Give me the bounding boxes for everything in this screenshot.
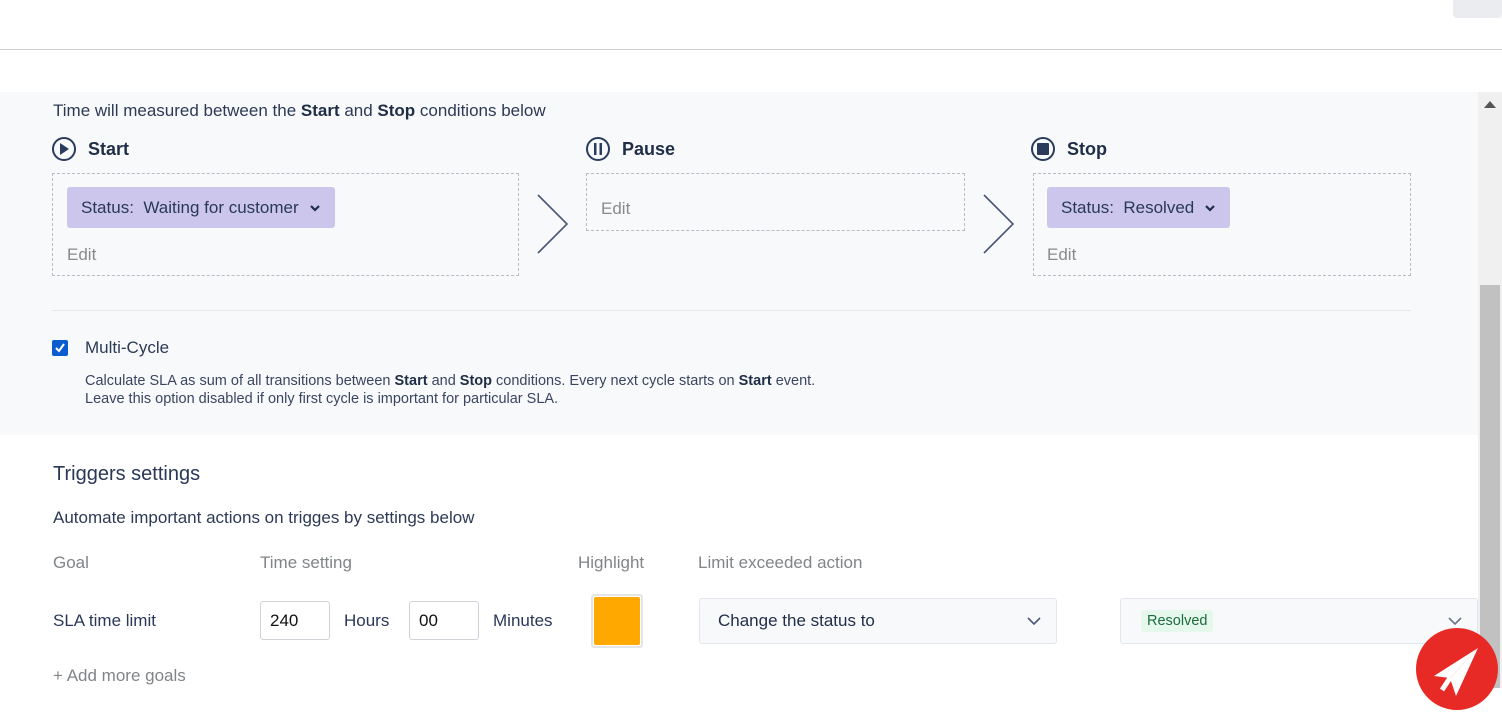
paper-plane-icon [1434,648,1478,696]
stop-status-chip[interactable]: Status: Resolved [1047,187,1231,228]
triggers-subtitle: Automate important actions on trigges by… [53,508,475,527]
checkmark-icon [55,343,65,353]
chevron-down-icon [309,204,320,212]
column-limit-action: Limit exceeded action [698,553,863,572]
start-status-chip[interactable]: Status: Waiting for customer [67,187,335,228]
hours-label: Hours [344,611,390,630]
vertical-scrollbar[interactable] [1478,92,1502,688]
column-goal: Goal [53,553,89,572]
stop-heading: Stop [1031,137,1107,161]
feedback-launcher-button[interactable] [1416,628,1498,710]
arrow-right-icon [983,194,1015,254]
multi-cycle-label[interactable]: Multi-Cycle [85,338,169,358]
minutes-input[interactable] [409,601,479,640]
minutes-label: Minutes [493,611,553,630]
conditions-section: Time will measured between the Start and… [0,92,1478,435]
start-edit-link[interactable]: Edit [67,245,96,265]
top-corner-button[interactable] [1453,0,1502,18]
hours-input[interactable] [260,601,330,640]
limit-action-select[interactable]: Change the status to [699,598,1057,644]
add-more-goals-link[interactable]: + Add more goals [53,666,186,686]
stop-edit-link[interactable]: Edit [1047,245,1076,265]
chevron-down-icon [1448,617,1462,626]
stop-circle-icon [1031,137,1055,161]
pause-heading: Pause [586,137,675,161]
scroll-up-arrow-icon[interactable] [1484,101,1496,108]
chevron-down-icon [1205,204,1216,212]
conditions-intro: Time will measured between the Start and… [53,101,546,120]
column-highlight: Highlight [578,553,645,572]
pause-edit-link[interactable]: Edit [601,199,630,219]
top-bar [0,0,1502,50]
multi-cycle-checkbox[interactable] [52,340,68,356]
arrow-right-icon [537,194,569,254]
pause-circle-icon [586,137,610,161]
status-badge: Resolved [1141,610,1214,632]
start-heading: Start [52,137,129,161]
column-time-setting: Time setting [260,553,352,572]
triggers-title: Triggers settings [53,463,201,485]
start-conditions-box: Status: Waiting for customer Edit [52,173,519,276]
pause-conditions-box: Edit [586,173,965,231]
play-circle-icon [52,137,76,161]
chevron-down-icon [1027,617,1041,626]
highlight-color-picker[interactable] [591,594,643,648]
section-divider [52,310,1411,311]
highlight-color-swatch [594,597,640,645]
sla-settings-panel: Time will measured between the Start and… [0,92,1502,688]
goal-name: SLA time limit [53,611,156,630]
multi-cycle-description: Calculate SLA as sum of all transitions … [85,373,816,407]
stop-conditions-box: Status: Resolved Edit [1033,173,1411,276]
